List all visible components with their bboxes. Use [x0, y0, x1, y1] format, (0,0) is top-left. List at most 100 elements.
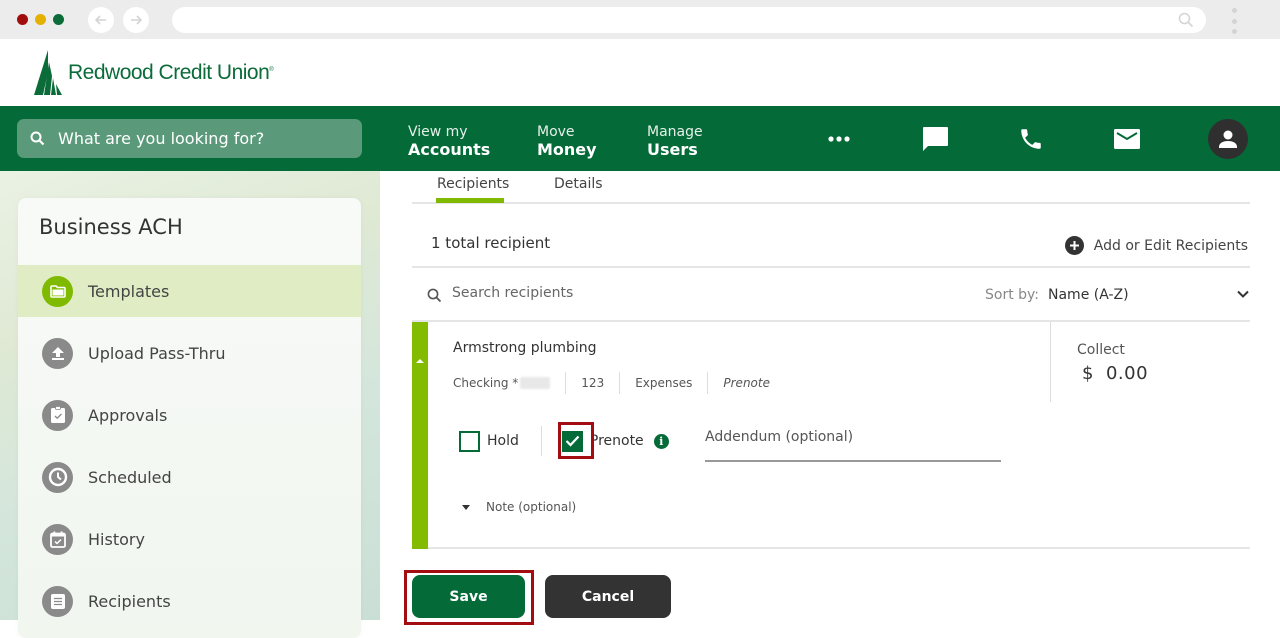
- sidebar-title: Business ACH: [39, 215, 183, 239]
- info-icon[interactable]: i: [653, 433, 669, 449]
- calendar-check-icon: [42, 523, 73, 555]
- collapse-recipient-toggle[interactable]: [412, 322, 428, 549]
- mail-button[interactable]: [1108, 120, 1146, 158]
- clipboard-check-icon: [42, 399, 73, 431]
- search-icon: [427, 288, 442, 303]
- mail-icon: [1114, 129, 1140, 149]
- caret-up-icon: [416, 359, 424, 363]
- brand-logo[interactable]: Redwood Credit Union®: [34, 50, 274, 95]
- note-label: Note (optional): [486, 500, 577, 514]
- recipient-count: 1 total recipient: [431, 234, 551, 252]
- recipient-search-row: Sort by: Name (A-Z): [412, 268, 1250, 322]
- folder-icon: [42, 275, 73, 307]
- add-edit-recipients-button[interactable]: Add or Edit Recipients: [1064, 236, 1248, 255]
- sidebar-item-history[interactable]: History: [18, 513, 361, 565]
- sidebar-item-label: Scheduled: [88, 467, 172, 487]
- amount-value: 0.00: [1105, 363, 1149, 384]
- recipients-summary: 1 total recipient Add or Edit Recipients: [412, 204, 1250, 268]
- window-maximize-dot[interactable]: [53, 14, 64, 25]
- window-close-dot[interactable]: [17, 14, 28, 25]
- routing-suffix: 123: [565, 372, 619, 394]
- site-header: Redwood Credit Union®: [0, 39, 1280, 106]
- main-navigation: View my Accounts Move Money Manage Users: [0, 106, 1280, 171]
- more-button[interactable]: [820, 120, 858, 158]
- sidebar-item-approvals[interactable]: Approvals: [18, 389, 361, 441]
- sort-label: Sort by:: [985, 287, 1040, 303]
- address-bar[interactable]: [172, 7, 1206, 33]
- sidebar-item-upload-pass-thru[interactable]: Upload Pass-Thru: [18, 327, 361, 379]
- search-icon: [1178, 12, 1194, 28]
- addendum-field[interactable]: [705, 426, 1001, 462]
- nav-view-accounts[interactable]: View my Accounts: [408, 123, 490, 159]
- nav-label-small: View my: [408, 124, 468, 140]
- save-button[interactable]: Save: [412, 575, 525, 618]
- active-tab-indicator: [436, 198, 504, 203]
- sidebar-item-label: History: [88, 529, 145, 549]
- browser-chrome: [0, 0, 1280, 39]
- account-type: Checking *: [453, 372, 565, 394]
- collect-amount[interactable]: $0.00: [1082, 363, 1148, 384]
- list-icon: [42, 585, 73, 617]
- arrow-left-icon: [94, 15, 106, 25]
- more-icon: [828, 136, 850, 142]
- add-edit-label: Add or Edit Recipients: [1093, 237, 1248, 254]
- prenote-label: Prenote: [589, 433, 644, 449]
- nav-manage-users[interactable]: Manage Users: [647, 123, 703, 159]
- sidebar-item-templates[interactable]: Templates: [18, 265, 361, 317]
- browser-menu-button[interactable]: [1229, 8, 1239, 34]
- recipient-search-input[interactable]: [452, 285, 752, 301]
- chat-icon: [923, 127, 948, 151]
- hold-checkbox[interactable]: [459, 430, 480, 452]
- sort-value: Name (A-Z): [1048, 287, 1129, 303]
- tab-details[interactable]: Details: [554, 176, 603, 202]
- recipient-name: Armstrong plumbing: [453, 340, 597, 356]
- account-menu-button[interactable]: [1208, 119, 1248, 159]
- sidebar-item-label: Approvals: [88, 405, 168, 425]
- clock-icon: [42, 461, 73, 493]
- sidebar-item-label: Upload Pass-Thru: [88, 343, 226, 363]
- search-icon: [30, 131, 46, 146]
- browser-forward-button[interactable]: [123, 7, 149, 33]
- upload-icon: [42, 337, 73, 369]
- recipient-options: Hold Prenote i: [459, 426, 669, 456]
- sidebar-item-label: Recipients: [88, 591, 171, 611]
- sidebar-item-scheduled[interactable]: Scheduled: [18, 451, 361, 503]
- recipient-category: Expenses: [619, 372, 707, 394]
- add-circle-icon: [1064, 236, 1084, 255]
- browser-back-button[interactable]: [88, 7, 114, 33]
- divider: [540, 426, 542, 456]
- currency-symbol: $: [1082, 363, 1094, 384]
- hold-label: Hold: [487, 433, 519, 449]
- chevron-down-icon: [1237, 290, 1249, 298]
- global-search-input[interactable]: [58, 129, 338, 148]
- sidebar-item-label: Templates: [88, 281, 170, 301]
- cancel-button[interactable]: Cancel: [545, 575, 671, 618]
- chat-button[interactable]: [916, 120, 954, 158]
- phone-button[interactable]: [1012, 120, 1050, 158]
- nav-label-big: Accounts: [408, 140, 491, 159]
- prenote-checkbox[interactable]: [561, 430, 583, 452]
- note-toggle[interactable]: Note (optional): [462, 500, 576, 514]
- sort-dropdown[interactable]: Name (A-Z): [1048, 287, 1250, 303]
- nav-label-small: Move: [537, 124, 575, 140]
- addendum-input[interactable]: [705, 427, 1001, 445]
- nav-label-small: Manage: [647, 124, 703, 140]
- divider: [1050, 322, 1051, 402]
- nav-label-big: Users: [647, 140, 698, 159]
- sidebar-item-recipients[interactable]: Recipients: [18, 575, 361, 627]
- caret-down-icon: [462, 504, 470, 510]
- arrow-right-icon: [131, 15, 143, 25]
- masked-account-number: [520, 377, 551, 389]
- tree-logo-icon: [34, 50, 62, 95]
- content-tabs: Recipients Details: [412, 171, 1250, 204]
- window-minimize-dot[interactable]: [35, 14, 46, 25]
- collect-label: Collect: [1077, 342, 1125, 358]
- brand-name: Redwood Credit Union®: [68, 60, 274, 84]
- nav-label-big: Money: [537, 140, 597, 159]
- global-search[interactable]: [17, 119, 362, 158]
- recipient-details: Checking * 123 Expenses Prenote: [453, 372, 785, 394]
- checkmark-icon: [565, 435, 580, 447]
- sidebar: Business ACH Templates Upload Pass-Thru …: [18, 198, 361, 638]
- recipient-row: Armstrong plumbing Checking * 123 Expens…: [412, 322, 1250, 549]
- nav-move-money[interactable]: Move Money: [537, 123, 597, 159]
